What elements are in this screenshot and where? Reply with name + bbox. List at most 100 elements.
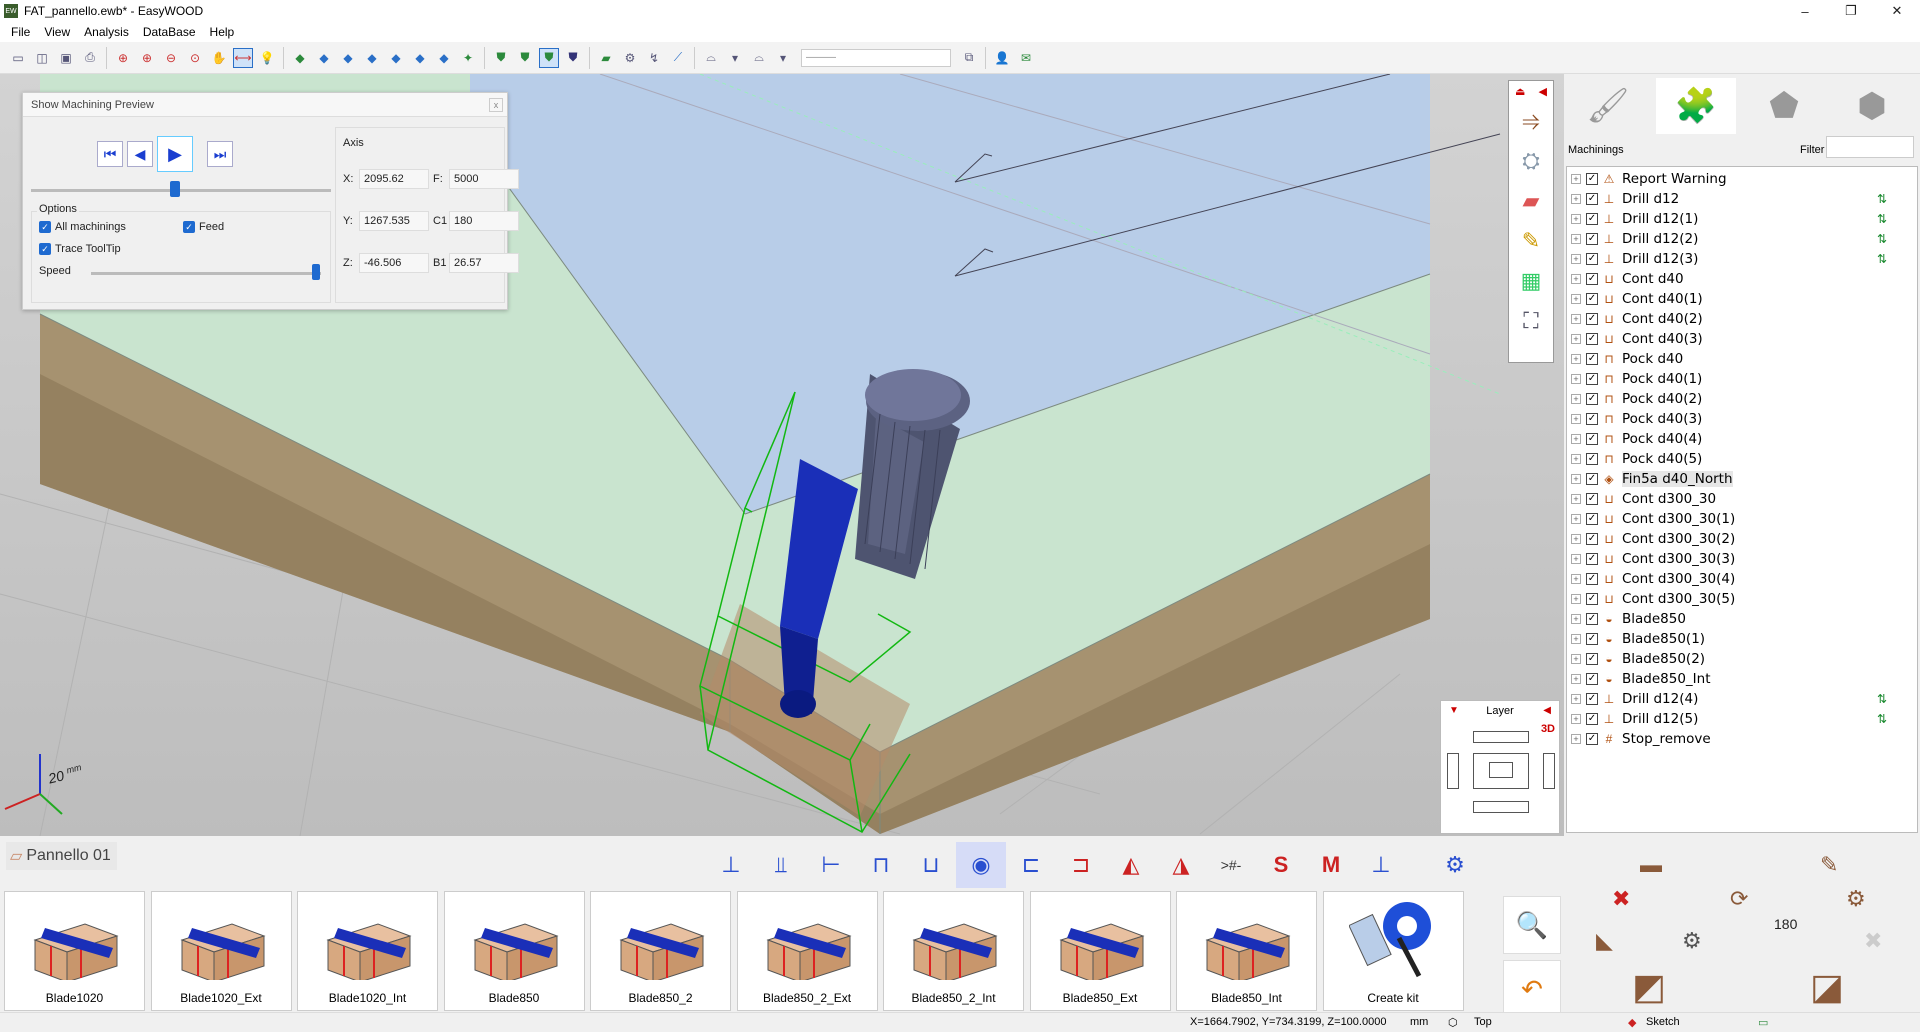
step-back-button[interactable]: ◀	[127, 141, 153, 167]
paint-icon[interactable]: ⛶	[1514, 304, 1548, 338]
skip-start-button[interactable]: ⏮	[97, 141, 123, 167]
drill-multi-icon[interactable]: ⫫	[756, 842, 806, 888]
pocket-icon[interactable]: ⊓	[856, 842, 906, 888]
item-checkbox[interactable]: ✓	[1586, 353, 1598, 365]
view-back-icon[interactable]: ◆	[338, 48, 358, 68]
play-button[interactable]: ▶	[157, 136, 193, 172]
tree-item[interactable]: + ✓ ⊓ Pock d40(1)	[1567, 369, 1917, 389]
shade-wire-icon[interactable]: ⛊	[491, 48, 511, 68]
slot-icon[interactable]: ⊏	[1006, 842, 1056, 888]
expand-icon[interactable]: +	[1571, 614, 1581, 624]
item-checkbox[interactable]: ✓	[1586, 533, 1598, 545]
tree-item[interactable]: + ✓ ⊔ Cont d300_30(3)	[1567, 549, 1917, 569]
tool-change-icon[interactable]: ⊥	[1356, 842, 1406, 888]
item-checkbox[interactable]: ✓	[1586, 253, 1598, 265]
tree-item[interactable]: + ✓ ⊓ Pock d40	[1567, 349, 1917, 369]
maximize-button[interactable]: ❐	[1828, 0, 1874, 22]
special-tool-icon[interactable]: ⚙	[1430, 842, 1480, 888]
tree-item[interactable]: + ✓ # Stop_remove	[1567, 729, 1917, 749]
drill-vertical-icon[interactable]: ⊥	[706, 842, 756, 888]
item-checkbox[interactable]: ✓	[1586, 633, 1598, 645]
item-checkbox[interactable]: ✓	[1586, 173, 1598, 185]
search-button[interactable]: 🔍	[1503, 896, 1561, 954]
status-view[interactable]: Top	[1474, 1016, 1492, 1028]
view-right-icon[interactable]: ◆	[386, 48, 406, 68]
kit-tile[interactable]: Blade850_2_Ext	[736, 891, 878, 1011]
all-machinings-checkbox[interactable]: ✓	[39, 221, 51, 233]
item-checkbox[interactable]: ✓	[1586, 613, 1598, 625]
layer-collapse-icon[interactable]: ◀	[1543, 705, 1551, 716]
layers-icon[interactable]: ▦	[1514, 264, 1548, 298]
user-icon[interactable]: 👤	[992, 48, 1012, 68]
text-engrave-icon[interactable]: S	[1256, 842, 1306, 888]
item-checkbox[interactable]: ✓	[1586, 193, 1598, 205]
expand-icon[interactable]: +	[1571, 574, 1581, 584]
tab-assembly-icon[interactable]: ⬢	[1832, 78, 1912, 134]
menu-help[interactable]: Help	[203, 25, 242, 39]
status-mode[interactable]: Sketch	[1646, 1016, 1680, 1028]
layer-select[interactable]: ———	[801, 48, 951, 67]
drill-horizontal-icon[interactable]: ⊢	[806, 842, 856, 888]
expand-icon[interactable]: +	[1571, 314, 1581, 324]
item-checkbox[interactable]: ✓	[1586, 713, 1598, 725]
kit-tile[interactable]: Blade850_2_Int	[883, 891, 1024, 1011]
item-checkbox[interactable]: ✓	[1586, 373, 1598, 385]
tree-item[interactable]: + ✓ ⊥ Drill d12(2) ⇅	[1567, 229, 1917, 249]
tree-item[interactable]: + ✓ ◒ Blade850	[1567, 609, 1917, 629]
expand-icon[interactable]: +	[1571, 674, 1581, 684]
delete-piece-icon[interactable]: ✖	[1612, 886, 1630, 912]
item-checkbox[interactable]: ✓	[1586, 433, 1598, 445]
tree-item[interactable]: + ✓ ⊔ Cont d300_30	[1567, 489, 1917, 509]
kit-tile[interactable]: Blade1020_Ext	[150, 891, 292, 1011]
feed-checkbox[interactable]: ✓	[183, 221, 195, 233]
section2-icon[interactable]: ⌓	[749, 48, 769, 68]
expand-icon[interactable]: +	[1571, 494, 1581, 504]
expand-icon[interactable]: +	[1571, 594, 1581, 604]
light-bulb-icon[interactable]: 💡	[257, 48, 277, 68]
tree-item[interactable]: + ✓ ⊔ Cont d40(1)	[1567, 289, 1917, 309]
filter-input[interactable]	[1826, 136, 1914, 158]
item-checkbox[interactable]: ✓	[1586, 333, 1598, 345]
expand-icon[interactable]: +	[1571, 394, 1581, 404]
view-bottom-icon[interactable]: ◆	[434, 48, 454, 68]
expand-icon[interactable]: +	[1571, 554, 1581, 564]
tree-item[interactable]: + ✓ ⊔ Cont d40(2)	[1567, 309, 1917, 329]
shade-hidden-icon[interactable]: ⛊	[515, 48, 535, 68]
tree-item[interactable]: + ✓ ⊥ Drill d12(5) ⇅	[1567, 709, 1917, 729]
tree-item[interactable]: + ✓ ⊔ Cont d300_30(5)	[1567, 589, 1917, 609]
machine-icon[interactable]: ⚙	[620, 48, 640, 68]
tool-delete-icon[interactable]: ⚙	[1682, 928, 1702, 954]
item-checkbox[interactable]: ✓	[1586, 573, 1598, 585]
machine-head-icon[interactable]: ⛭	[1514, 144, 1548, 178]
flip-icon[interactable]: ◣	[1596, 928, 1613, 954]
layer-bottom-face[interactable]	[1473, 801, 1529, 813]
tree-item[interactable]: + ✓ ⊥ Drill d12(4) ⇅	[1567, 689, 1917, 709]
copy-icon[interactable]: ⧉	[959, 48, 979, 68]
expand-icon[interactable]: +	[1571, 294, 1581, 304]
expand-icon[interactable]: +	[1571, 254, 1581, 264]
rotate-180-button[interactable]: 180	[1774, 916, 1797, 932]
eject-icon[interactable]: ⏏	[1515, 85, 1525, 98]
kit-tile[interactable]: Blade850	[443, 891, 585, 1011]
item-checkbox[interactable]: ✓	[1586, 593, 1598, 605]
expand-icon[interactable]: +	[1571, 694, 1581, 704]
menu-database[interactable]: DataBase	[136, 25, 203, 39]
expand-icon[interactable]: +	[1571, 474, 1581, 484]
expand-icon[interactable]: +	[1571, 514, 1581, 524]
milling-5axis-icon[interactable]: ◉	[956, 842, 1006, 888]
tab-machinings-icon[interactable]: 🧩	[1656, 78, 1736, 134]
expand-icon[interactable]: +	[1571, 434, 1581, 444]
contour-icon[interactable]: ⊔	[906, 842, 956, 888]
expand-icon[interactable]: +	[1571, 634, 1581, 644]
status-unit[interactable]: mm	[1410, 1016, 1428, 1028]
item-checkbox[interactable]: ✓	[1586, 553, 1598, 565]
settings-gears-icon[interactable]: ⚙	[1846, 886, 1866, 912]
line-icon[interactable]: ▬	[1640, 852, 1662, 878]
corner-piece-icon[interactable]: ◩	[1632, 966, 1666, 1008]
tree-item[interactable]: + ✓ ⊔ Cont d40(3)	[1567, 329, 1917, 349]
collapse-icon[interactable]: ◀	[1539, 85, 1547, 98]
tool-holder-icon[interactable]: ⥤	[1514, 104, 1548, 138]
tree-item[interactable]: + ✓ ◈ Fin5a d40_North	[1567, 469, 1917, 489]
menu-analysis[interactable]: Analysis	[77, 25, 136, 39]
layer-center-face[interactable]	[1473, 753, 1529, 789]
